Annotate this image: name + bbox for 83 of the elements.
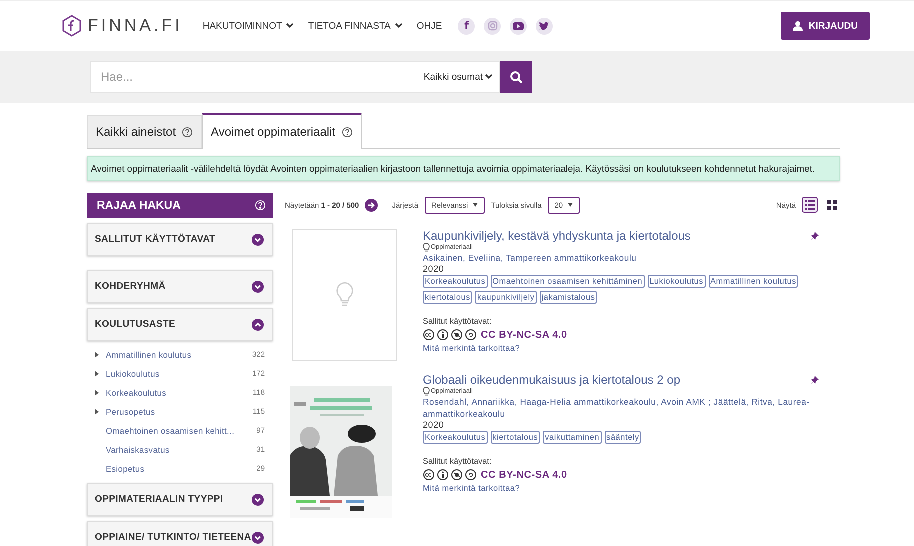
caret-icon[interactable] — [95, 390, 99, 396]
subject-tag[interactable]: sääntely — [604, 431, 642, 444]
rights-label: Sallitut käyttötavat: — [423, 457, 492, 466]
next-page-icon[interactable] — [365, 198, 378, 212]
subject-tag[interactable]: kiertotalous — [490, 431, 540, 444]
facet-option[interactable]: Perusopetus — [106, 406, 254, 416]
facet-header[interactable]: OPPIAINE/ TUTKINTO/ TIETEENA — [87, 521, 273, 546]
facet-option[interactable]: Omaehtoinen osaamisen kehitt... — [106, 426, 257, 436]
caret-icon[interactable] — [95, 370, 99, 376]
help-icon[interactable] — [182, 126, 194, 138]
youtube-icon[interactable] — [510, 18, 528, 34]
list-view-icon[interactable] — [802, 197, 818, 213]
help-icon[interactable] — [342, 126, 353, 138]
facet-title: OPPIAINE/ TUTKINTO/ TIETEENA — [95, 532, 252, 543]
info-message: Avoimet oppimateriaalit -välilehdeltä löydät Avointen oppimateriaalien kirjastoon tallennettuja avoimia oppimateriaaleja. Käytössäsi on koulutukseen kohdennetut hakurajaimet. — [87, 156, 840, 181]
thumbnail-placeholder[interactable] — [292, 229, 397, 361]
license-link[interactable]: CC BY-NC-SA 4.0 — [481, 330, 568, 340]
search-icon — [510, 70, 522, 84]
tab[interactable]: Kaikki aineistot — [87, 115, 202, 148]
pin-icon[interactable] — [810, 375, 820, 385]
rights-label: Sallitut käyttötavat: — [423, 317, 492, 326]
expand-icon[interactable] — [252, 280, 264, 292]
facet-option[interactable]: Varhaiskasvatus — [106, 444, 257, 454]
facebook-icon[interactable]: f — [458, 18, 476, 34]
caret-icon — [568, 203, 574, 207]
facet-option[interactable]: Ammatillinen koulutus — [106, 350, 252, 360]
nav-link[interactable]: TIETOA FINNASTA — [308, 20, 403, 32]
facet-option[interactable]: Lukiokoulutus — [106, 368, 252, 378]
facet-title: KOHDERYHMÄ — [95, 281, 166, 292]
grid-view-icon[interactable] — [824, 197, 840, 213]
nav-link[interactable]: OHJE — [416, 20, 442, 32]
caret-icon — [473, 203, 478, 207]
result-year: 2020 — [423, 420, 444, 430]
subject-tag[interactable]: kiertotalous — [423, 291, 472, 304]
lightbulb-icon — [336, 282, 354, 308]
scope-dropdown[interactable]: Kaikki osumat — [424, 72, 499, 82]
result-title[interactable]: Kaupunkiviljely, kestävä yhdyskunta ja kiertotalous — [423, 229, 691, 243]
site-logo[interactable]: FINNA.FI — [88, 16, 183, 36]
subject-tag[interactable]: kaupunkiviljely — [475, 291, 537, 304]
facet-title: OPPIMATERIAALIN TYYPPI — [95, 494, 224, 505]
result-title[interactable]: Globaali oikeudenmukaisuus ja kiertotalous 2 op — [423, 373, 680, 387]
search-button[interactable] — [500, 61, 532, 93]
facet-header[interactable]: KOHDERYHMÄ — [87, 270, 273, 303]
subject-tag[interactable]: vaikuttaminen — [543, 431, 602, 444]
subject-tag[interactable]: Omaehtoinen osaamisen kehittäminen — [490, 275, 645, 288]
subject-tag[interactable]: Ammatillinen koulutus — [708, 275, 798, 288]
twitter-icon[interactable] — [536, 18, 554, 34]
subject-tag[interactable]: Korkeakoulutus — [423, 275, 488, 288]
license-help-link[interactable]: Mitä merkintä tarkoittaa? — [423, 484, 520, 493]
collapse-icon[interactable] — [252, 318, 264, 330]
lightbulb-icon — [423, 387, 430, 396]
facet-option[interactable]: Korkeakoulutus — [106, 388, 254, 398]
subject-tag[interactable]: Lukiokoulutus — [648, 275, 706, 288]
license-icons — [423, 329, 477, 341]
result-authors[interactable]: Rosendahl, Annariikka, Haaga-Helia ammattikorkeakoulu, Avoin AMK ; Jäättelä, Ritva, Laurea-ammattikorkeakoulu — [423, 396, 810, 420]
logo-icon — [62, 15, 82, 37]
facet-title: KOULUTUSASTE — [95, 319, 176, 330]
expand-icon[interactable] — [252, 532, 264, 544]
facet-header[interactable]: OPPIMATERIAALIN TYYPPI — [87, 483, 273, 516]
result-year: 2020 — [423, 264, 444, 274]
subject-tag[interactable]: jakamistalous — [540, 291, 598, 304]
tab[interactable]: Avoimet oppimateriaalit — [202, 113, 362, 149]
pin-icon[interactable] — [810, 231, 820, 241]
facet-header[interactable]: KOULUTUSASTE — [87, 308, 273, 341]
search-field[interactable]: Hae... Kaikki osumat — [90, 61, 500, 93]
expand-icon[interactable] — [252, 234, 264, 246]
facet-title: SALLITUT KÄYTTÖTAVAT — [95, 234, 216, 245]
chevron-icon — [485, 74, 493, 80]
subject-tag[interactable]: Korkeakoulutus — [423, 431, 488, 444]
nav-link[interactable]: HAKUTOIMINNOT — [202, 20, 294, 32]
result-authors[interactable]: Asikainen, Eveliina, Tampereen ammattikorkeakoulu — [423, 252, 637, 264]
caret-icon[interactable] — [95, 408, 99, 414]
facet-header[interactable]: SALLITUT KÄYTTÖTAVAT — [87, 223, 273, 256]
filter-title: RAJAA HAKUA — [97, 200, 181, 212]
lightbulb-icon — [423, 243, 430, 252]
login-button[interactable]: KIRJAUDU — [780, 12, 870, 40]
license-link[interactable]: CC BY-NC-SA 4.0 — [481, 470, 568, 480]
expand-icon[interactable] — [252, 494, 264, 506]
caret-icon[interactable] — [95, 352, 99, 358]
license-help-link[interactable]: Mitä merkintä tarkoittaa? — [423, 344, 520, 353]
user-icon — [792, 21, 803, 31]
license-icons — [423, 469, 477, 481]
facet-option[interactable]: Esiopetus — [106, 464, 257, 474]
